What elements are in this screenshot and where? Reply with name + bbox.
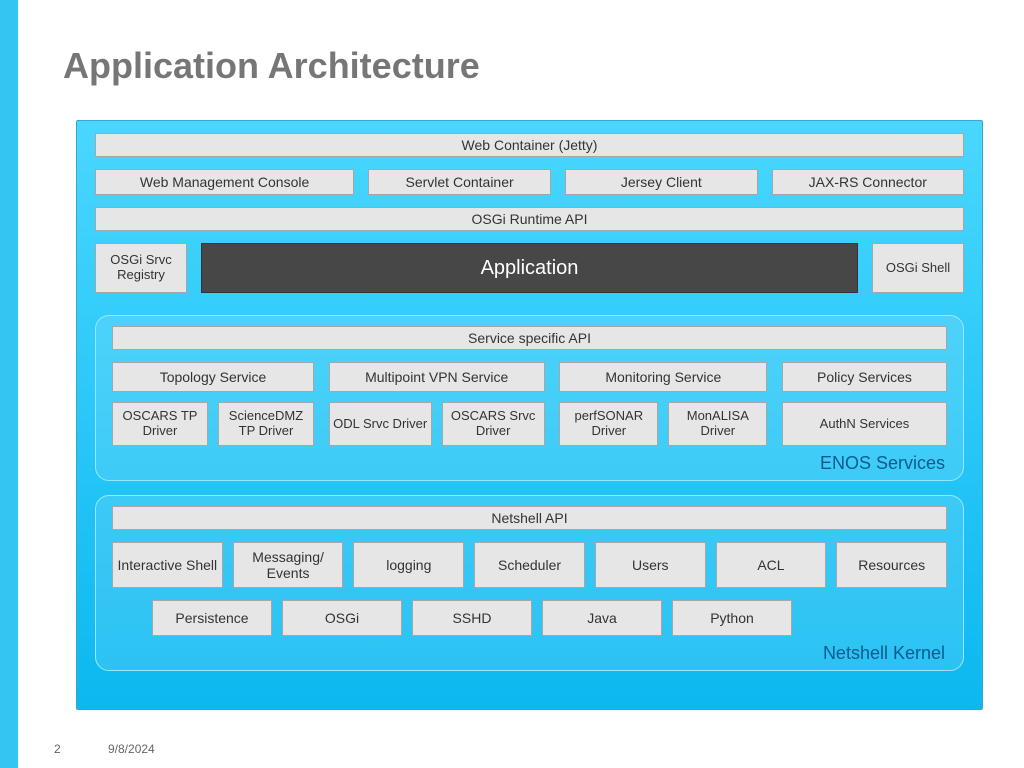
netshell-api-box: Netshell API <box>112 506 947 530</box>
topology-service-box: Topology Service <box>112 362 314 392</box>
servlet-container-box: Servlet Container <box>368 169 551 195</box>
jersey-client-box: Jersey Client <box>565 169 757 195</box>
logging-box: logging <box>353 542 464 588</box>
footer-date: 9/8/2024 <box>108 742 155 756</box>
architecture-container: Web Container (Jetty) Web Management Con… <box>76 120 983 710</box>
accent-bar <box>0 0 18 768</box>
oscars-srvc-driver-box: OSCARS Srvc Driver <box>442 402 545 446</box>
interactive-shell-box: Interactive Shell <box>112 542 223 588</box>
web-container-box: Web Container (Jetty) <box>95 133 964 157</box>
enos-panel-label: ENOS Services <box>820 453 945 474</box>
service-api-box: Service specific API <box>112 326 947 350</box>
oscars-tp-driver-box: OSCARS TP Driver <box>112 402 208 446</box>
messaging-events-box: Messaging/ Events <box>233 542 344 588</box>
persistence-box: Persistence <box>152 600 272 636</box>
page-title: Application Architecture <box>63 45 480 87</box>
users-box: Users <box>595 542 706 588</box>
python-box: Python <box>672 600 792 636</box>
osgi-shell-box: OSGi Shell <box>872 243 964 293</box>
application-box: Application <box>201 243 858 293</box>
authn-services-box: AuthN Services <box>782 402 947 446</box>
policy-services-box: Policy Services <box>782 362 947 392</box>
resources-box: Resources <box>836 542 947 588</box>
netshell-kernel-panel: Netshell API Interactive Shell Messaging… <box>95 495 964 671</box>
multipoint-vpn-box: Multipoint VPN Service <box>329 362 545 392</box>
page-number: 2 <box>54 742 61 756</box>
scheduler-box: Scheduler <box>474 542 585 588</box>
jaxrs-connector-box: JAX-RS Connector <box>772 169 964 195</box>
osgi-box: OSGi <box>282 600 402 636</box>
odl-srvc-driver-box: ODL Srvc Driver <box>329 402 432 446</box>
sciencedmz-tp-driver-box: ScienceDMZ TP Driver <box>218 402 314 446</box>
osgi-runtime-box: OSGi Runtime API <box>95 207 964 231</box>
perfsonar-driver-box: perfSONAR Driver <box>559 402 658 446</box>
kernel-panel-label: Netshell Kernel <box>823 643 945 664</box>
monalisa-driver-box: MonALISA Driver <box>668 402 767 446</box>
monitoring-service-box: Monitoring Service <box>559 362 767 392</box>
web-mgmt-console-box: Web Management Console <box>95 169 354 195</box>
slide: Application Architecture Web Container (… <box>18 0 1024 768</box>
acl-box: ACL <box>716 542 827 588</box>
enos-services-panel: Service specific API Topology Service OS… <box>95 315 964 481</box>
sshd-box: SSHD <box>412 600 532 636</box>
osgi-registry-box: OSGi Srvc Registry <box>95 243 187 293</box>
java-box: Java <box>542 600 662 636</box>
